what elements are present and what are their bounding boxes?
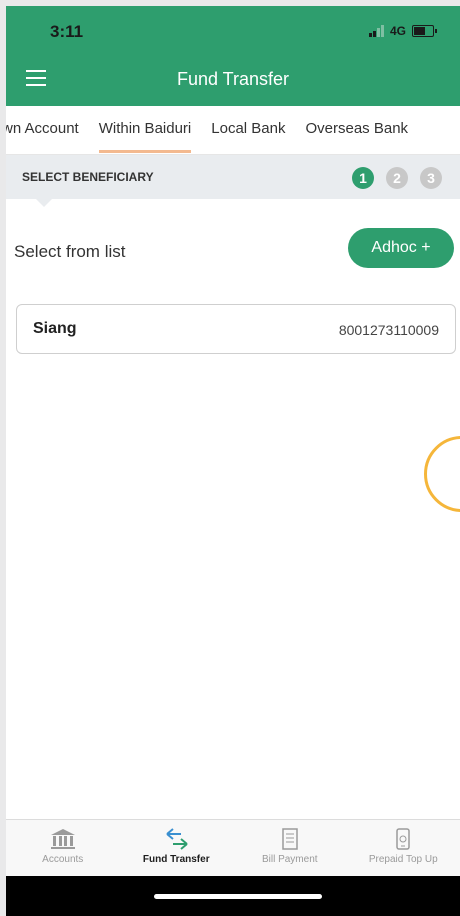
app-screen: 3:11 4G Fund Transfer wn Account Within … xyxy=(6,6,460,916)
nav-bill-payment-label: Bill Payment xyxy=(261,854,318,865)
nav-bill-payment[interactable]: Bill Payment xyxy=(240,820,340,865)
transfer-arrows-icon xyxy=(163,828,189,850)
tab-own-account[interactable]: wn Account xyxy=(6,120,79,137)
step-title: SELECT BENEFICIARY xyxy=(22,170,154,184)
step-1: 1 xyxy=(352,167,374,189)
adhoc-button[interactable]: Adhoc + xyxy=(348,228,454,268)
status-indicators: 4G xyxy=(368,24,437,38)
tab-local-bank[interactable]: Local Bank xyxy=(211,120,285,137)
step-indicator: 1 2 3 xyxy=(352,167,442,189)
page-title: Fund Transfer xyxy=(176,69,290,89)
battery-icon xyxy=(412,25,437,37)
beneficiary-account: 8001273110009 xyxy=(338,322,439,338)
tab-within-baiduri[interactable]: Within Baiduri xyxy=(98,120,191,153)
nav-fund-transfer-label: Fund Transfer xyxy=(142,854,210,865)
beneficiary-item[interactable]: Siang 8001273110009 xyxy=(16,304,456,354)
step-header: SELECT BENEFICIARY 1 2 3 xyxy=(6,155,460,207)
tab-overseas-bank[interactable]: Overseas Bank xyxy=(305,120,408,137)
step-3: 3 xyxy=(420,167,442,189)
status-time: 3:11 xyxy=(50,22,84,41)
phone-topup-icon xyxy=(390,828,416,850)
bank-icon xyxy=(50,828,76,850)
floating-ring xyxy=(424,436,460,512)
app-bar: Fund Transfer xyxy=(6,52,460,106)
network-type: 4G xyxy=(389,24,406,38)
step-2: 2 xyxy=(386,167,408,189)
step-caret xyxy=(36,199,52,207)
nav-accounts-label: Accounts xyxy=(42,854,84,865)
nav-prepaid-topup[interactable]: Prepaid Top Up xyxy=(353,820,453,865)
status-bar: 3:11 4G xyxy=(6,6,460,52)
nav-accounts[interactable]: Accounts xyxy=(13,820,113,865)
home-indicator[interactable] xyxy=(154,894,322,899)
home-bar xyxy=(6,876,460,916)
beneficiary-name: Siang xyxy=(33,320,77,337)
nav-prepaid-topup-label: Prepaid Top Up xyxy=(368,854,438,865)
signal-icon xyxy=(368,25,384,37)
transfer-tabs: wn Account Within Baiduri Local Bank Ove… xyxy=(6,106,460,155)
bill-document-icon xyxy=(277,828,303,850)
select-from-list-label: Select from list xyxy=(14,242,126,261)
nav-fund-transfer[interactable]: Fund Transfer xyxy=(126,820,226,865)
bottom-nav: Accounts Fund Transfer Bill Payment Prep… xyxy=(6,819,460,876)
